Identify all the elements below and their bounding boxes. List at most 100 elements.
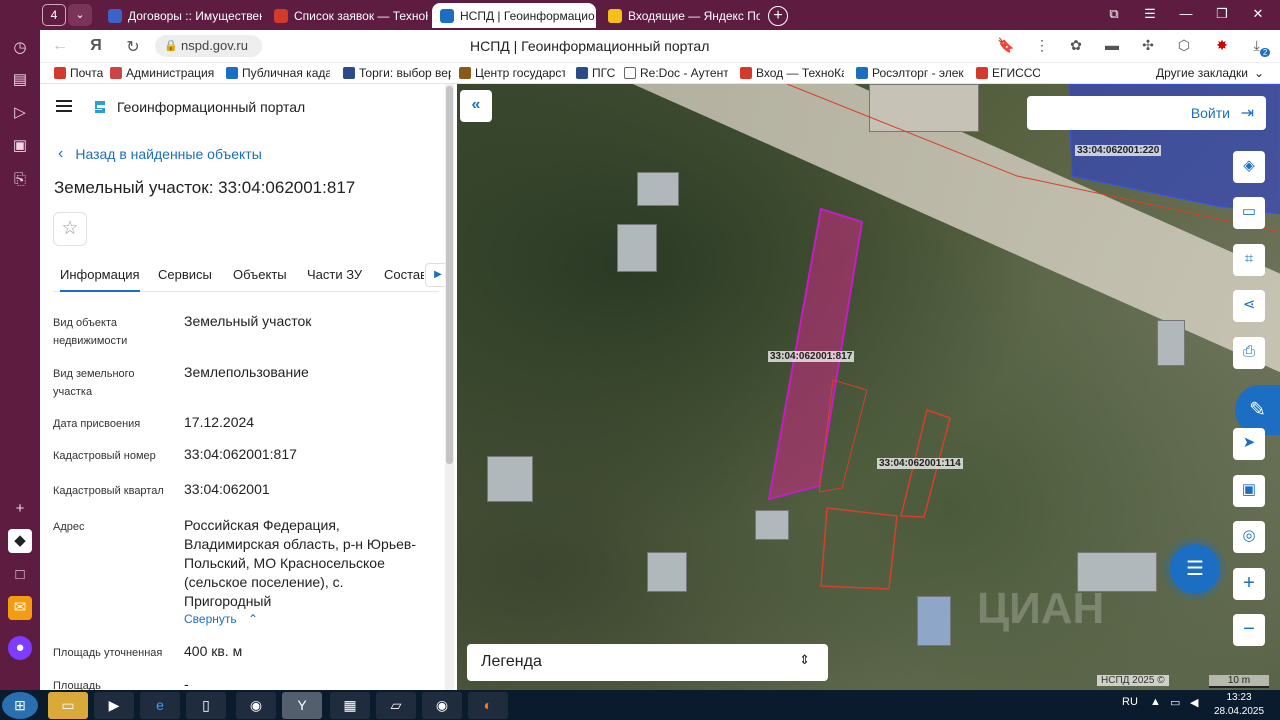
zoom-in-button[interactable]: +: [1233, 568, 1265, 600]
add-icon[interactable]: +: [8, 497, 32, 521]
back-icon[interactable]: ←: [50, 37, 70, 55]
chevron-down-icon: ⌄: [1253, 66, 1265, 80]
maximize-button[interactable]: ❐: [1212, 6, 1232, 22]
tab-title: Список заявок — ТехноК: [294, 8, 428, 23]
tab-yandex-mail[interactable]: Входящие — Яндекс Почт: [600, 3, 760, 28]
screenshot-icon[interactable]: ⎘: [8, 168, 32, 192]
history-icon[interactable]: ◷: [8, 36, 32, 60]
tab-objects[interactable]: Объекты: [233, 267, 287, 282]
other-bookmarks-button[interactable]: Другие закладки ⌄: [1156, 66, 1266, 80]
field-label: Вид земельного участка: [53, 368, 135, 398]
minimize-button[interactable]: —: [1176, 6, 1196, 21]
tab-title: Входящие — Яндекс Почт: [628, 8, 760, 23]
close-window-button[interactable]: ✕: [1248, 6, 1268, 22]
parcel-neighbor[interactable]: [820, 507, 898, 590]
layers-icon[interactable]: ◈: [1233, 151, 1265, 183]
minimap-icon[interactable]: ▣: [1233, 475, 1265, 507]
favorite-star-icon[interactable]: ☆: [53, 212, 87, 246]
network-icon[interactable]: ▭: [1170, 696, 1180, 709]
bookmark-item[interactable]: Вход — ТехноКад: [740, 66, 844, 80]
app-icon[interactable]: ◆: [8, 529, 32, 553]
more-icon[interactable]: ⋮: [1032, 37, 1052, 54]
select-area-icon[interactable]: ⌗: [1233, 244, 1265, 276]
tab-counter[interactable]: 4: [42, 4, 66, 26]
language-indicator[interactable]: RU: [1122, 696, 1138, 708]
notes-icon[interactable]: ▱: [376, 692, 416, 719]
mail-app-icon[interactable]: ✉: [8, 596, 32, 620]
menu-icon[interactable]: [56, 100, 72, 112]
chat-icon[interactable]: ☰: [1170, 544, 1220, 594]
tab-dogovory[interactable]: Договоры :: Имуществен: [100, 3, 262, 28]
tab-zayavki[interactable]: Список заявок — ТехноК: [266, 3, 428, 28]
media-player-icon[interactable]: ▶: [94, 692, 134, 719]
locate-icon[interactable]: ➤: [1233, 428, 1265, 460]
back-to-results-link[interactable]: ‹ Назад в найденные объекты: [58, 145, 262, 163]
reload-icon[interactable]: ↻: [123, 37, 143, 57]
settings-menu-icon[interactable]: ☰: [1140, 6, 1160, 22]
volume-icon[interactable]: ◀: [1190, 696, 1198, 709]
bookmark-item[interactable]: ЕГИССО: [976, 66, 1040, 80]
document-icon: [624, 67, 636, 79]
bookmark-icon[interactable]: 🔖: [997, 37, 1014, 54]
downloads-icon[interactable]: ⤓ 2: [1252, 37, 1272, 57]
tab-parts[interactable]: Части ЗУ: [307, 267, 362, 282]
extension-icon[interactable]: ✸: [1212, 37, 1232, 54]
alice-icon[interactable]: ●: [8, 636, 32, 660]
firefox-icon[interactable]: ◐: [468, 692, 508, 719]
field-label: Кадастровый квартал: [53, 485, 164, 497]
extension-icon[interactable]: ✿: [1066, 37, 1086, 54]
start-button[interactable]: ⊞: [2, 692, 38, 719]
field-label: Дата присвоения: [53, 418, 141, 430]
bookmark-item[interactable]: Почта: [54, 66, 110, 80]
extension-icon[interactable]: ▬: [1102, 37, 1122, 53]
app-icon[interactable]: ◉: [422, 692, 462, 719]
yandex-logo-icon[interactable]: Я: [86, 37, 106, 55]
roseltorg-icon: [856, 67, 868, 79]
login-button[interactable]: Войти ⇥: [1027, 96, 1266, 130]
document-icon[interactable]: ▯: [186, 692, 226, 719]
puzzle-icon[interactable]: ✣: [1138, 37, 1158, 54]
notes-icon[interactable]: ▤: [8, 68, 32, 92]
login-icon: ⇥: [1240, 105, 1254, 122]
panel-scrollbar[interactable]: [445, 84, 454, 690]
close-tab-icon[interactable]: ✕: [595, 9, 596, 23]
play-icon[interactable]: ▷: [8, 101, 32, 125]
extension-icon[interactable]: ⬡: [1174, 37, 1194, 54]
calendar-icon[interactable]: ▦: [330, 692, 370, 719]
bookmark-item[interactable]: Re:Doc - Аутентис: [624, 66, 728, 80]
collapse-panel-button[interactable]: «: [460, 90, 492, 122]
collections-icon[interactable]: ⧉: [1104, 6, 1124, 22]
scrollbar-thumb[interactable]: [446, 86, 453, 464]
geolocation-icon[interactable]: ◎: [1233, 521, 1265, 553]
bookmark-item[interactable]: Администрация м: [110, 66, 214, 80]
satellite-map[interactable]: 33:04:062001:220 33:04:062001:817 33:04:…: [457, 84, 1280, 690]
new-tab-button[interactable]: +: [768, 6, 788, 26]
zoom-out-button[interactable]: −: [1233, 614, 1265, 646]
print-icon[interactable]: ⎙: [1233, 337, 1265, 369]
yandex-browser-icon[interactable]: Y: [282, 692, 322, 719]
tab-nspd[interactable]: НСПД | Геоинформацио ✕: [432, 3, 596, 28]
collapse-link[interactable]: Свернуть ⌃: [184, 612, 258, 626]
legend-panel[interactable]: Легенда ⇕: [467, 644, 828, 681]
url-field[interactable]: 🔒 nspd.gov.ru: [155, 35, 262, 57]
bookmark-item[interactable]: ПГС: [576, 66, 616, 80]
ruler-icon[interactable]: ▭: [1233, 197, 1265, 229]
app-icon[interactable]: ◉: [236, 692, 276, 719]
bookmark-item[interactable]: Публичная кадас: [226, 66, 330, 80]
share-icon[interactable]: ⋖: [1233, 290, 1265, 322]
downloads-badge: 2: [1259, 48, 1271, 57]
bookmark-item[interactable]: Центр государств: [459, 66, 565, 80]
tab-services[interactable]: Сервисы: [158, 267, 212, 282]
square-icon[interactable]: □: [8, 563, 32, 587]
bookmark-item[interactable]: Торги: выбор вер: [343, 66, 451, 80]
object-info-panel: Геоинформационный портал ‹ Назад в найде…: [40, 84, 457, 690]
tabs-dropdown-button[interactable]: ⌄: [68, 4, 92, 26]
tray-expand-icon[interactable]: ▲: [1150, 696, 1161, 708]
explorer-icon[interactable]: ▭: [48, 692, 88, 719]
system-clock[interactable]: 13:23 28.04.2025: [1213, 691, 1265, 719]
counter-icon[interactable]: ▣: [8, 134, 32, 158]
bookmark-item[interactable]: Росэлторг - элект: [856, 66, 964, 80]
tab-composition[interactable]: Состав: [384, 267, 424, 282]
tab-information[interactable]: Информация: [60, 267, 140, 292]
internet-explorer-icon[interactable]: e: [140, 692, 180, 719]
